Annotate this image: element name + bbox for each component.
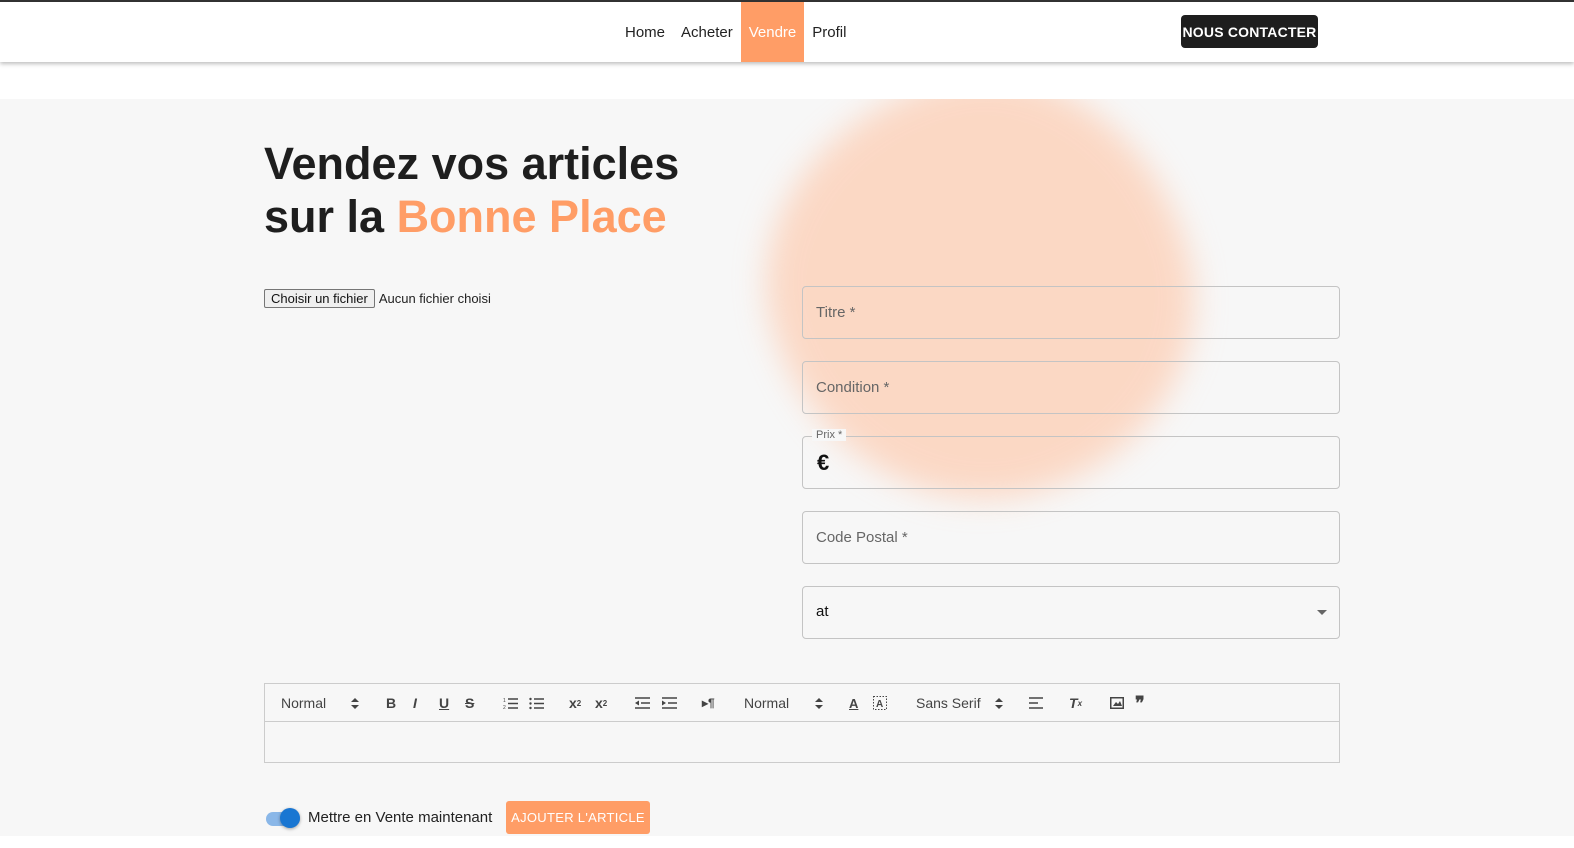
- nav-link-acheter[interactable]: Acheter: [673, 2, 741, 62]
- image-icon[interactable]: [1110, 684, 1124, 722]
- outdent-icon[interactable]: [635, 684, 650, 722]
- file-upload: Choisir un fichier Aucun fichier choisi: [264, 289, 491, 308]
- page-title-line2-prefix: sur la: [264, 191, 397, 242]
- code-postal-field[interactable]: Code Postal *: [802, 511, 1340, 564]
- sell-now-label: Mettre en Vente maintenant: [308, 809, 493, 826]
- condition-field[interactable]: Condition *: [802, 361, 1340, 414]
- titre-field[interactable]: Titre *: [802, 286, 1340, 339]
- subscript-icon[interactable]: x2: [569, 684, 581, 722]
- bold-icon[interactable]: B: [386, 684, 396, 722]
- svg-text:2: 2: [503, 705, 506, 710]
- file-status: Aucun fichier choisi: [378, 291, 491, 306]
- editor-toolbar: Normal B I U S 12 x2 x2 ▸¶ Normal A A Sa…: [265, 684, 1339, 722]
- background-color-icon[interactable]: A: [873, 684, 887, 722]
- svg-text:1: 1: [503, 698, 506, 704]
- font-select[interactable]: Sans Serif: [916, 684, 981, 722]
- underline-icon[interactable]: U: [439, 684, 449, 722]
- italic-icon[interactable]: I: [413, 684, 417, 722]
- svg-text:A: A: [876, 699, 883, 710]
- page-title-accent: Bonne Place: [396, 191, 667, 242]
- category-select-value: at: [816, 603, 829, 620]
- bullet-list-icon[interactable]: [529, 684, 544, 722]
- category-select[interactable]: at: [802, 586, 1340, 639]
- nav-links: Home Acheter Vendre Profil: [617, 2, 854, 62]
- header-select[interactable]: Normal: [281, 684, 326, 722]
- condition-label: Condition *: [816, 379, 890, 396]
- font-select-arrows-icon: [995, 698, 1003, 710]
- toggle-thumb: [280, 808, 300, 828]
- header-select-arrows-icon: [351, 698, 359, 710]
- align-left-icon[interactable]: [1029, 684, 1043, 722]
- prix-field[interactable]: Prix * €: [802, 429, 1340, 489]
- indent-icon[interactable]: [662, 684, 677, 722]
- contact-button[interactable]: NOUS CONTACTER: [1181, 15, 1318, 48]
- rich-text-editor: Normal B I U S 12 x2 x2 ▸¶ Normal A A Sa…: [264, 683, 1340, 763]
- text-color-icon[interactable]: A: [849, 684, 858, 722]
- blockquote-icon[interactable]: ❞: [1135, 684, 1145, 722]
- superscript-icon[interactable]: x2: [595, 684, 607, 722]
- page-title: Vendez vos articles sur la Bonne Place: [264, 137, 679, 243]
- caret-down-icon: [1317, 610, 1327, 615]
- code-postal-label: Code Postal *: [816, 529, 908, 546]
- navbar: Home Acheter Vendre Profil NOUS CONTACTE…: [0, 2, 1574, 62]
- text-direction-icon[interactable]: ▸¶: [702, 684, 715, 722]
- titre-label: Titre *: [816, 304, 856, 321]
- euro-icon: €: [817, 450, 830, 475]
- ordered-list-icon[interactable]: 12: [503, 684, 518, 722]
- nav-link-profil[interactable]: Profil: [804, 2, 854, 62]
- nav-link-home[interactable]: Home: [617, 2, 673, 62]
- page-title-line1: Vendez vos articles: [264, 138, 680, 189]
- size-select-arrows-icon: [815, 698, 823, 710]
- size-select[interactable]: Normal: [744, 684, 789, 722]
- editor-content-area[interactable]: [265, 722, 1339, 762]
- clear-format-icon[interactable]: Tx: [1069, 684, 1082, 722]
- nav-link-vendre[interactable]: Vendre: [740, 2, 805, 62]
- main-content: Vendez vos articles sur la Bonne Place C…: [0, 99, 1574, 836]
- strike-icon[interactable]: S: [465, 684, 474, 722]
- add-article-button[interactable]: AJOUTER L'ARTICLE: [506, 801, 650, 834]
- prix-label: Prix *: [812, 429, 847, 441]
- sell-now-toggle[interactable]: [264, 807, 302, 829]
- choose-file-button[interactable]: Choisir un fichier: [264, 289, 375, 308]
